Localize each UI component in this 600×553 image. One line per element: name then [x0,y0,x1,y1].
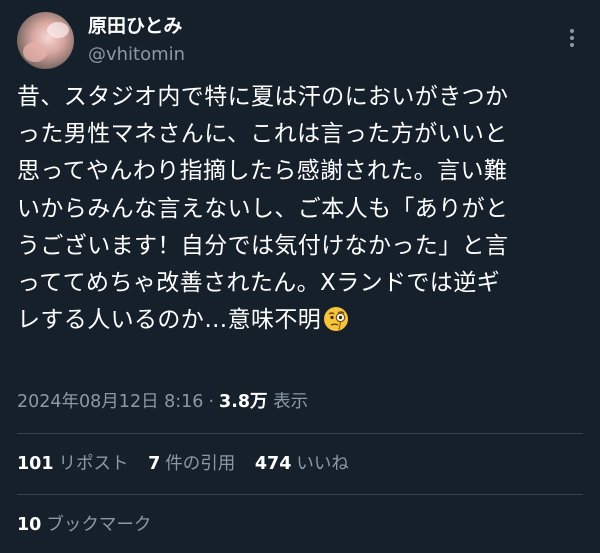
likes-stat[interactable]: 474 いいね [255,454,349,474]
bookmarks-count: 10 [17,515,42,535]
avatar-photo-highlight [47,22,69,38]
tweet-text-line: いからみんな言えないし、ご本人も「ありがと [17,195,509,222]
tweet-meta: 2024年08月12日 8:16 · 3.8万 表示 [17,388,308,416]
tweet-text-line: 昔、スタジオ内で特に夏は汗のにおいがきつか [17,84,509,110]
avatar-photo-detail [23,42,47,62]
tweet-text: 昔、スタジオ内で特に夏は汗のにおいがきつか った男性マネさんに、これは言った方が… [17,79,583,339]
tweet-header: 原田ひとみ @vhitomin [0,0,600,90]
views-label: 表示 [273,392,309,412]
avatar[interactable] [17,12,74,69]
quotes-label: 件の引用 [165,454,236,474]
meta-separator: · [208,392,215,412]
quotes-count: 7 [148,454,161,474]
author-handle[interactable]: @vhitomin [88,43,185,67]
views-count: 3.8万 [219,392,268,412]
tweet-text-line: 思ってやんわり指摘したら感謝された。言い難 [17,158,508,185]
quotes-stat[interactable]: 7 件の引用 [148,454,235,474]
face-with-monocle-emoji [324,307,349,332]
tweet-text-line-last: レする人いるのか…意味不明 [17,302,583,339]
tweet-text-line: レする人いるのか…意味不明 [17,307,322,334]
bookmarks-label: ブックマーク [46,515,152,535]
tweet-text-line: った男性マネさんに、これは言った方がいいと [17,121,508,148]
bookmarks-stat[interactable]: 10 ブックマーク [17,511,151,539]
tweet-text-line: っててめちゃ改善されたん。Xランドでは逆ギ [17,270,501,297]
divider [17,494,583,495]
more-vertical-icon [570,29,574,47]
reposts-label: リポスト [58,454,129,474]
divider [17,433,583,434]
tweet-text-line: うございます！自分では気付けなかった」と言 [17,232,509,259]
engagement-stats: 101 リポスト 7 件の引用 474 いいね [17,450,363,478]
timestamp[interactable]: 2024年08月12日 8:16 [17,392,203,412]
likes-label: いいね [296,454,349,474]
reposts-count: 101 [17,454,54,474]
author-display-name[interactable]: 原田ひとみ [88,14,182,38]
reposts-stat[interactable]: 101 リポスト [17,454,129,474]
likes-count: 474 [254,454,292,474]
more-options-button[interactable] [562,28,582,48]
